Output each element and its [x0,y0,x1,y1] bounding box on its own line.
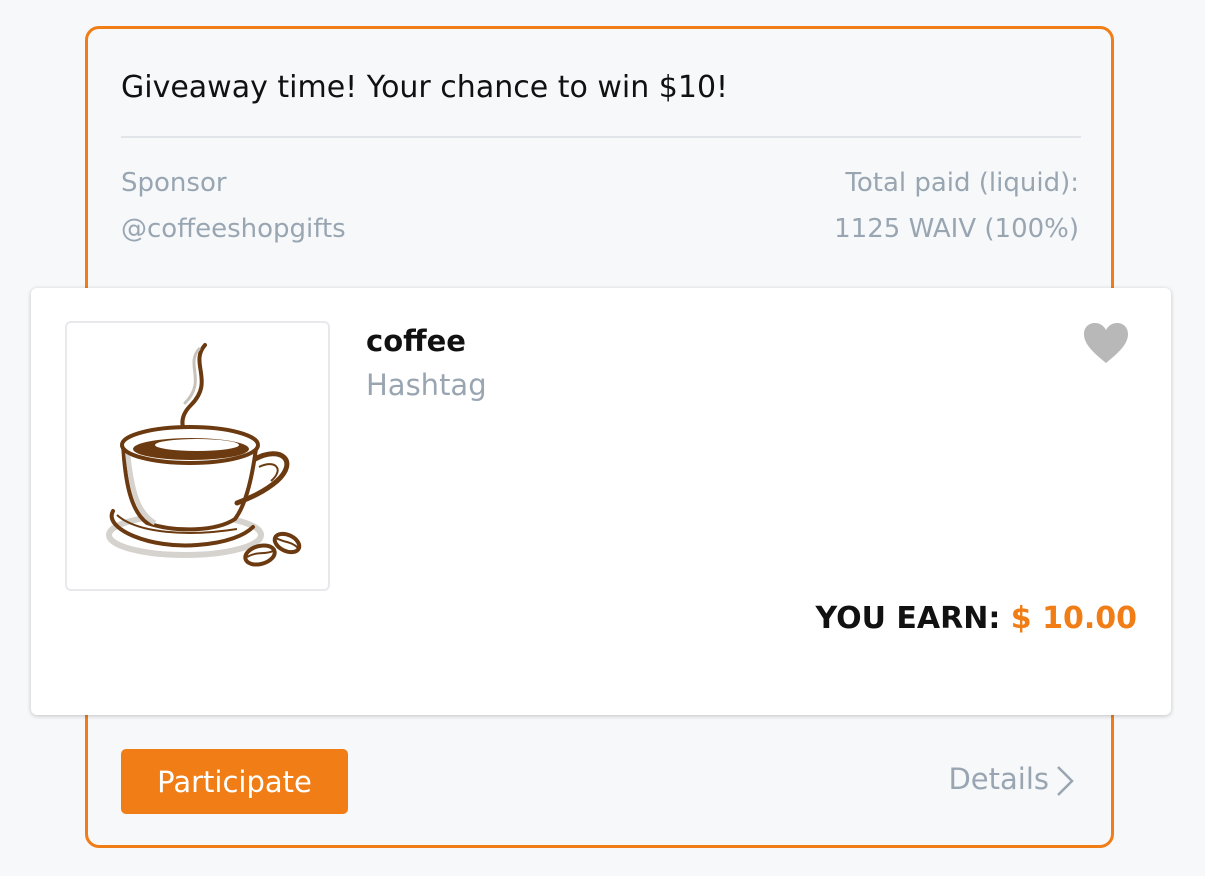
object-type: Hashtag [366,368,487,402]
details-link[interactable]: Details [948,762,1075,797]
campaign-title: Giveaway time! Your chance to win $10! [121,70,729,105]
object-image[interactable] [65,321,330,591]
details-label: Details [948,762,1049,796]
coffee-cup-icon [106,343,302,567]
sponsor-name[interactable]: @coffeeshopgifts [121,214,346,244]
earn-value: $ 10.00 [1010,601,1137,636]
total-paid-value: 1125 WAIV (100%) [834,214,1079,244]
divider [121,136,1081,138]
object-card[interactable]: coffee Hashtag YOU EARN: $ 10.00 [31,288,1171,715]
participate-button[interactable]: Participate [121,749,348,814]
sponsor-label: Sponsor [121,168,227,198]
object-name[interactable]: coffee [366,324,466,358]
earn-label: YOU EARN: [815,601,1001,636]
chevron-right-icon [1057,766,1074,796]
total-paid-label: Total paid (liquid): [845,168,1079,198]
earn-amount: YOU EARN: $ 10.00 [815,601,1137,636]
heart-icon[interactable] [1083,322,1129,364]
